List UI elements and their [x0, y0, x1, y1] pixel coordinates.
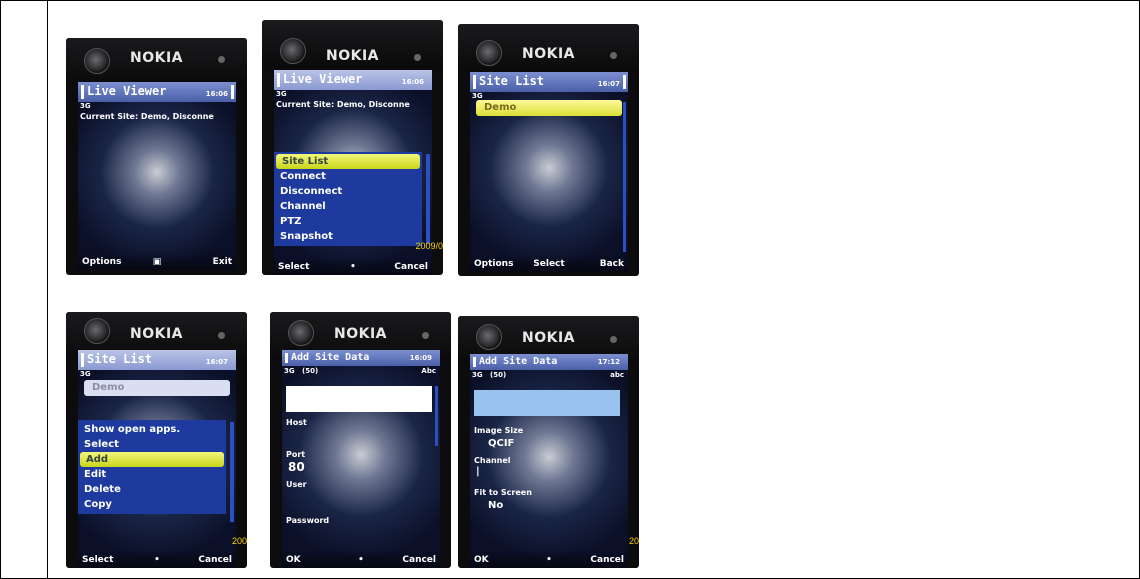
phone-screenshot-live-viewer: NOKIA Live Viewer 16:06 3G Current Site:… [66, 38, 247, 275]
phone-screenshot-options-menu: NOKIA Live Viewer 16:06 3G Current Site:… [262, 20, 443, 275]
clock: 16:09 [409, 354, 432, 362]
phone-screen: Add Site Data 16:09 3G (50) Abc Host Por… [282, 350, 440, 568]
menu-item-select[interactable]: Select [78, 437, 226, 452]
screen-title: Live Viewer [87, 84, 167, 98]
network-indicator: 3G [276, 90, 287, 98]
user-label: User [286, 480, 307, 489]
softkey-cancel[interactable]: Cancel [198, 555, 232, 565]
title-bar: Live Viewer 16:06 [78, 82, 236, 102]
softkey-cancel[interactable]: Cancel [394, 262, 428, 272]
menu-item-delete[interactable]: Delete [78, 482, 226, 497]
photo-date-stamp: 2009/0 [415, 241, 443, 251]
menu-item-ptz[interactable]: PTZ [274, 214, 422, 229]
site-list-item-demo[interactable]: Demo [84, 380, 230, 396]
image-size-value[interactable]: QCIF [488, 438, 514, 449]
softkey-bar: Options ▣ Exit [78, 252, 236, 270]
softkey-bar: Options Select Back [470, 254, 628, 272]
fit-to-screen-label: Fit to Screen [474, 488, 532, 497]
host-label: Host [286, 418, 307, 427]
clock: 16:07 [205, 358, 228, 366]
channel-label: Channel [474, 456, 511, 465]
sensor-icon [422, 332, 429, 339]
phone-screen: Site List 16:07 3G Demo Options Select B… [470, 72, 628, 272]
phone-screenshot-add-site-data: NOKIA Add Site Data 16:09 3G (50) Abc Ho… [270, 312, 451, 568]
clock: 17:12 [597, 358, 620, 366]
column-divider [47, 0, 48, 579]
phone-screen: Add Site Data 17:12 3G (50) abc Image Si… [470, 354, 628, 568]
menu-item-snapshot[interactable]: Snapshot [274, 229, 422, 244]
softkey-bar: OK • Cancel [282, 550, 440, 568]
menu-item-site-list[interactable]: Site List [276, 154, 420, 169]
site-list-item-demo[interactable]: Demo [476, 100, 622, 116]
current-site-text: Current Site: Demo, Disconne [80, 112, 214, 121]
port-field[interactable]: 80 [288, 460, 305, 474]
sensor-icon [610, 336, 617, 343]
softkey-cancel[interactable]: Cancel [590, 555, 624, 565]
char-counter: (50) [490, 371, 507, 379]
menu-item-edit[interactable]: Edit [78, 467, 226, 482]
list-scrollbar[interactable] [623, 102, 626, 252]
options-menu: Show open apps. Select Add Edit Delete C… [78, 420, 226, 514]
clock: 16:06 [401, 78, 424, 86]
photo-date-stamp: 200 [231, 536, 247, 546]
softkey-bar: OK • Cancel [470, 550, 628, 568]
channel-field[interactable]: | [476, 466, 480, 477]
port-label: Port [286, 450, 306, 459]
menu-item-add[interactable]: Add [80, 452, 224, 467]
highlighted-field[interactable] [474, 390, 620, 416]
photo-date-stamp: 20 [628, 536, 639, 546]
menu-item-channel[interactable]: Channel [274, 199, 422, 214]
network-indicator: 3G [80, 370, 91, 378]
menu-item-show-open-apps[interactable]: Show open apps. [78, 422, 226, 437]
input-mode: abc [610, 371, 624, 379]
title-bar: Add Site Data 16:09 [282, 350, 440, 366]
clock: 16:07 [597, 80, 620, 88]
network-indicator: 3G [80, 102, 91, 110]
input-mode: Abc [421, 367, 436, 375]
screen-title: Add Site Data [291, 352, 370, 363]
options-menu: Site List Connect Disconnect Channel PTZ… [274, 152, 422, 246]
screen-title: Site List [87, 352, 153, 366]
network-indicator: 3G [284, 367, 295, 375]
clock: 16:06 [205, 90, 228, 98]
menu-scrollbar[interactable] [230, 422, 234, 522]
sensor-icon [218, 332, 225, 339]
network-indicator: 3G [472, 92, 483, 100]
site-name-field[interactable] [286, 386, 432, 412]
menu-item-connect[interactable]: Connect [274, 169, 422, 184]
menu-scrollbar[interactable] [426, 154, 430, 244]
screen-title: Live Viewer [283, 72, 363, 86]
phone-screenshot-site-options: NOKIA Site List 16:07 3G Demo Show open … [66, 312, 247, 568]
title-bar: Site List 16:07 [470, 72, 628, 92]
phone-screen: Live Viewer 16:06 3G Current Site: Demo,… [274, 70, 432, 275]
network-indicator: 3G [472, 371, 483, 379]
password-label: Password [286, 516, 330, 525]
title-bar: Site List 16:07 [78, 350, 236, 370]
phone-screenshot-site-list: NOKIA Site List 16:07 3G Demo Options Se… [458, 24, 639, 276]
phone-screenshot-add-site-data-2: NOKIA Add Site Data 17:12 3G (50) abc Im… [458, 316, 639, 568]
softkey-exit[interactable]: Exit [213, 257, 232, 267]
sensor-icon [218, 56, 225, 63]
sensor-icon [414, 54, 421, 61]
softkey-bar: Select • Cancel [274, 257, 432, 275]
softkey-bar: Select • Cancel [78, 550, 236, 568]
menu-item-copy[interactable]: Copy [78, 497, 226, 512]
title-bar: Live Viewer 16:06 [274, 70, 432, 90]
image-size-label: Image Size [474, 426, 524, 435]
current-site-text: Current Site: Demo, Disconne [276, 100, 410, 109]
screen-title: Add Site Data [479, 356, 558, 367]
screen-title: Site List [479, 74, 545, 88]
title-bar: Add Site Data 17:12 [470, 354, 628, 370]
form-scrollbar[interactable] [435, 386, 438, 446]
fit-to-screen-value[interactable]: No [488, 500, 503, 511]
sensor-icon [610, 52, 617, 59]
softkey-cancel[interactable]: Cancel [402, 555, 436, 565]
phone-screen: Live Viewer 16:06 3G Current Site: Demo,… [78, 82, 236, 270]
char-counter: (50) [302, 367, 319, 375]
menu-item-disconnect[interactable]: Disconnect [274, 184, 422, 199]
phone-screen: Site List 16:07 3G Demo Show open apps. … [78, 350, 236, 568]
softkey-back[interactable]: Back [600, 259, 624, 269]
